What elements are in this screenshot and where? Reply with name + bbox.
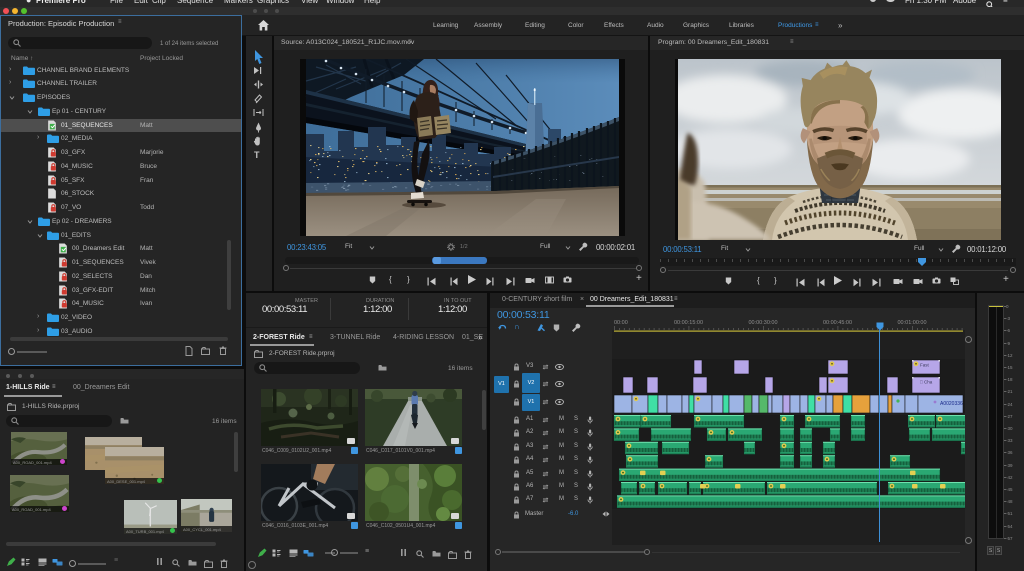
svg-text:□ Cha: □ Cha [920,380,933,385]
svg-text:Fast: Fast [920,363,930,368]
svg-text:00:00: 00:00 [614,320,628,326]
svg-text:00:00:15:00: 00:00:15:00 [674,320,703,326]
svg-text:A0020336: A0020336 [940,401,963,407]
svg-text:00:01:00:00: 00:01:00:00 [897,320,926,326]
svg-text:00:00:30:00: 00:00:30:00 [748,320,777,326]
svg-text:00:00:45:00: 00:00:45:00 [823,320,852,326]
